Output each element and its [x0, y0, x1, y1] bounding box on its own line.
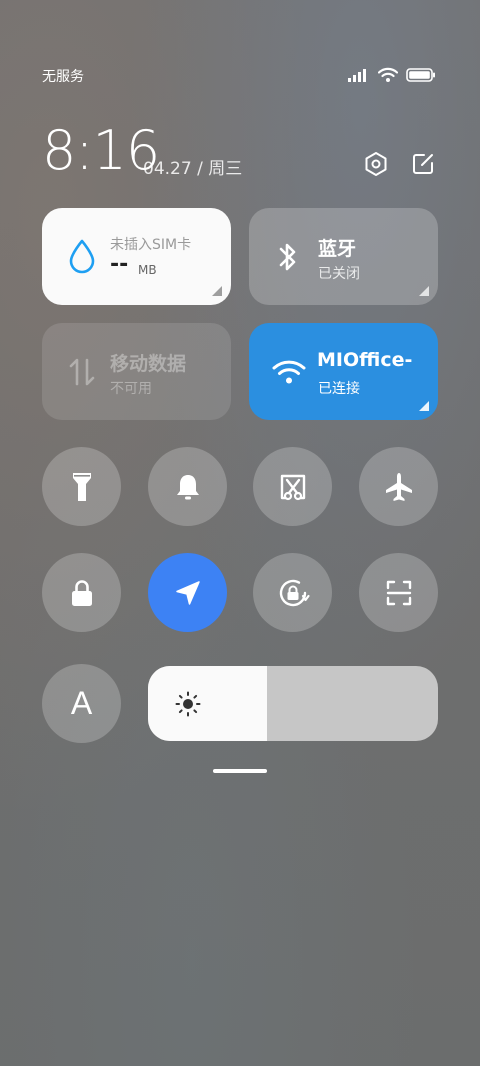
hexagon-settings-icon	[365, 152, 387, 176]
wifi-icon	[272, 360, 306, 384]
expand-corner	[419, 286, 429, 296]
date: 04.27 / 周三	[143, 159, 243, 179]
scanner-toggle[interactable]	[359, 553, 438, 632]
location-arrow-icon	[175, 580, 200, 605]
wifi-status-icon	[378, 67, 398, 82]
wifi-network-name: MIOffice-	[317, 349, 413, 371]
panel-drag-handle[interactable]	[213, 769, 267, 773]
airplane-mode-toggle[interactable]	[359, 447, 438, 526]
location-toggle[interactable]	[148, 553, 227, 632]
bluetooth-icon	[279, 243, 296, 271]
scan-icon	[386, 580, 411, 605]
carrier-status: 无服务	[42, 69, 84, 85]
wifi-status: 已连接	[318, 381, 360, 397]
brightness-level-fill	[148, 666, 267, 741]
bluetooth-status: 已关闭	[318, 266, 360, 282]
sun-icon	[175, 691, 201, 717]
flashlight-icon	[72, 472, 91, 501]
screenshot-toggle[interactable]	[253, 447, 332, 526]
brightness-slider[interactable]	[148, 666, 438, 741]
scissors-screenshot-icon	[280, 474, 305, 500]
lock-screen-toggle[interactable]	[42, 553, 121, 632]
wifi-tile[interactable]: MIOffice- 已连接	[249, 323, 438, 420]
airplane-icon	[385, 472, 412, 501]
data-usage-tile[interactable]: 未插入SIM卡 -- MB	[42, 208, 231, 305]
water-drop-icon	[69, 239, 95, 274]
bell-icon	[176, 474, 199, 499]
settings-button[interactable]	[361, 149, 391, 179]
mobile-data-status: 不可用	[110, 381, 152, 397]
ringer-toggle[interactable]	[148, 447, 227, 526]
battery-icon	[406, 68, 435, 82]
data-usage-unit: MB	[138, 263, 157, 277]
auto-brightness-icon: A	[70, 685, 93, 721]
bluetooth-tile[interactable]: 蓝牙 已关闭	[249, 208, 438, 305]
rotation-lock-toggle[interactable]	[253, 553, 332, 632]
lock-icon	[71, 579, 92, 606]
mobile-data-arrows-icon	[69, 358, 95, 386]
data-usage-value: --	[110, 252, 129, 277]
clock: 8:16	[42, 119, 160, 182]
status-icons	[348, 66, 436, 84]
bluetooth-title: 蓝牙	[318, 238, 357, 260]
signal-icon	[348, 69, 366, 82]
expand-corner	[419, 401, 429, 411]
auto-brightness-toggle[interactable]: A	[42, 664, 121, 743]
mobile-data-title: 移动数据	[110, 353, 187, 375]
expand-corner	[212, 286, 222, 296]
rotation-lock-icon	[279, 579, 310, 606]
edit-icon	[413, 154, 433, 174]
data-usage-label: 未插入SIM卡	[110, 237, 192, 253]
flashlight-toggle[interactable]	[42, 447, 121, 526]
mobile-data-tile[interactable]: 移动数据 不可用	[42, 323, 231, 420]
edit-button[interactable]	[408, 149, 438, 179]
